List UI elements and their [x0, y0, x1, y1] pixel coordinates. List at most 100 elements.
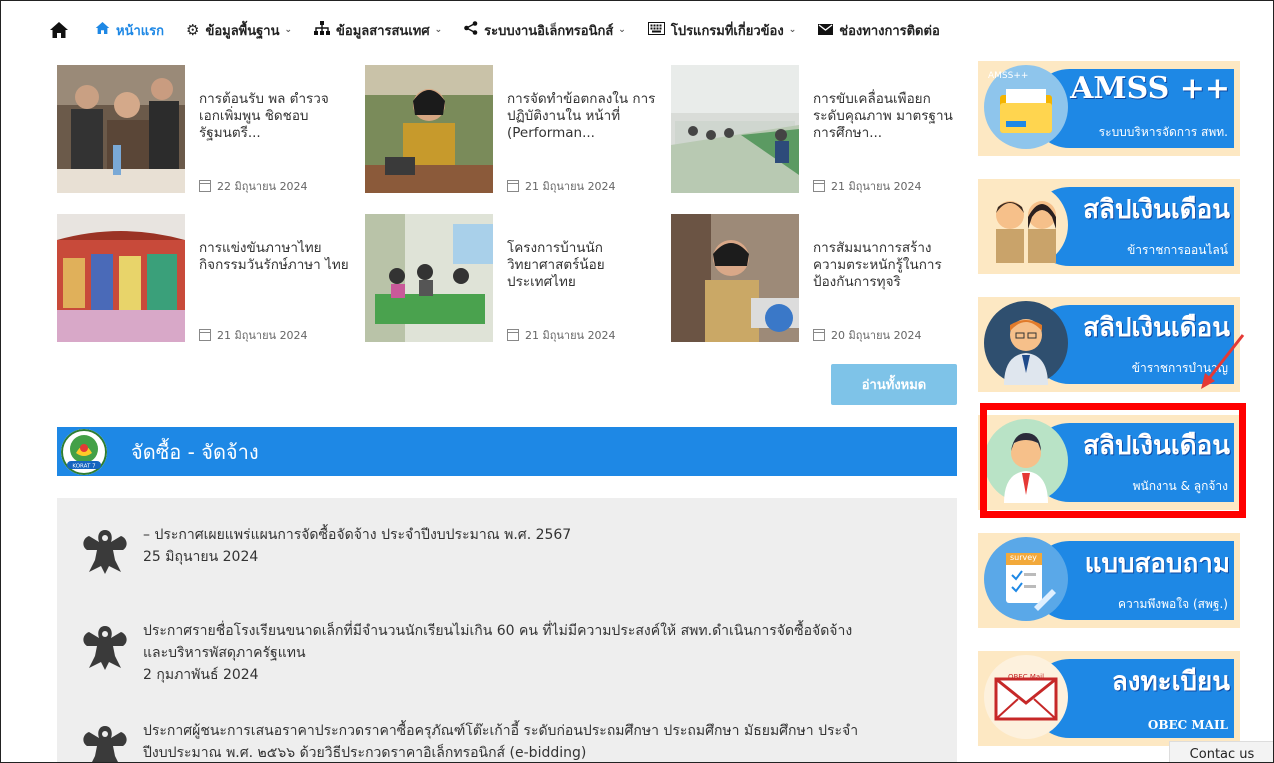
date-text: 21 มิถุนายน 2024: [525, 329, 616, 342]
calendar-icon: [199, 180, 211, 192]
banner-subtitle: ความพึงพอใจ (สพฐ.): [1117, 597, 1228, 611]
news-card[interactable]: การจัดทำข้อตกลงใน การปฏิบัติงานใน หน้าที…: [365, 65, 655, 195]
top-navbar: หน้าแรก ⚙ ข้อมูลพื้นฐาน ⌄ ข้อมูลสารสนเทศ…: [1, 1, 1273, 59]
news-card[interactable]: การแข่งขันภาษาไทย กิจกรรมวันรักษ์ภาษา ไท…: [57, 214, 349, 344]
chevron-down-icon: ⌄: [284, 25, 293, 35]
envelope-icon: [818, 21, 834, 39]
date-text: 20 มิถุนายน 2024: [831, 329, 922, 342]
news-card[interactable]: การสัมมนาการสร้าง ความตระหนักรู้ในการ ป้…: [671, 214, 961, 344]
nav-label: โปรแกรมที่เกี่ยวข้อง: [670, 23, 784, 39]
item-title-cont[interactable]: และบริหารพัสดุภาครัฐแทน: [143, 642, 852, 664]
item-date: 25 มิถุนายน 2024: [143, 549, 259, 565]
news-title[interactable]: การขับเคลื่อนเพือยก ระดับคุณภาพ มาตรฐานก…: [813, 91, 963, 142]
home-icon: [49, 21, 69, 39]
share-icon: [464, 21, 478, 39]
survey-icon: [984, 537, 1068, 621]
news-card[interactable]: การขับเคลื่อนเพือยก ระดับคุณภาพ มาตรฐานก…: [671, 65, 961, 195]
nav-item-e-systems[interactable]: ระบบงานอิเล็กทรอนิกส์ ⌄: [464, 20, 626, 41]
banner-subtitle: ข้าราชการออนไลน์: [1127, 243, 1228, 257]
korat7-logo: KORAT 7: [61, 428, 107, 475]
news-card[interactable]: โครงการบ้านนัก วิทยาศาสตร์น้อย ประเทศไทย…: [365, 214, 655, 344]
page: หน้าแรก ⚙ ข้อมูลพื้นฐาน ⌄ ข้อมูลสารสนเทศ…: [0, 0, 1274, 763]
news-title[interactable]: การแข่งขันภาษาไทย กิจกรรมวันรักษ์ภาษา ไท…: [199, 240, 349, 274]
gear-icon: ⚙: [186, 21, 200, 39]
badge: OBEC Mail: [1008, 673, 1045, 681]
calendar-icon: [507, 329, 519, 341]
highlight-box: [980, 403, 1246, 518]
news-thumbnail[interactable]: [671, 65, 799, 193]
news-thumbnail[interactable]: [671, 214, 799, 342]
banner-title: ลงทะเบียน: [1111, 667, 1230, 697]
badge: AMSS++: [988, 71, 1029, 81]
nav-item-contact[interactable]: ช่องทางการติดต่อ: [818, 20, 940, 41]
chevron-down-icon: ⌄: [788, 25, 797, 35]
red-arrow-icon: [1201, 334, 1245, 389]
garuda-emblem-icon: [77, 524, 133, 578]
chevron-down-icon: ⌄: [434, 25, 443, 35]
news-thumbnail[interactable]: [57, 65, 185, 193]
news-date: 21 มิถุนายน 2024: [507, 326, 616, 344]
news-title[interactable]: โครงการบ้านนัก วิทยาศาสตร์น้อย ประเทศไทย: [507, 240, 657, 291]
item-text[interactable]: ประกาศผู้ชนะการเสนอราคาประกวดราคาซื้อครุ…: [143, 720, 858, 762]
banner-title: แบบสอบถาม: [1084, 549, 1230, 579]
item-title[interactable]: ประกาศผู้ชนะการเสนอราคาประกวดราคาซื้อครุ…: [143, 720, 858, 742]
news-date: 20 มิถุนายน 2024: [813, 326, 922, 344]
section-title: จัดซื้อ - จัดจ้าง: [131, 439, 259, 464]
nav-label: หน้าแรก: [116, 23, 164, 39]
news-title[interactable]: การต้อนรับ พล ตำรวจเอกเพิ่มพูน ชิดชอบ รั…: [199, 91, 349, 142]
item-title[interactable]: – ประกาศเผยแพร่แผนการจัดซื้อจัดจ้าง ประจ…: [143, 524, 571, 546]
mail-icon: [984, 655, 1068, 739]
nav-item-information[interactable]: ข้อมูลสารสนเทศ ⌄: [314, 20, 442, 41]
nav-home-icon-button[interactable]: [49, 21, 69, 39]
news-thumbnail[interactable]: [365, 214, 493, 342]
news-card[interactable]: การต้อนรับ พล ตำรวจเอกเพิ่มพูน ชิดชอบ รั…: [57, 65, 347, 195]
news-date: 21 มิถุนายน 2024: [507, 177, 616, 195]
nav-label: ช่องทางการติดต่อ: [839, 23, 940, 39]
date-text: 22 มิถุนายน 2024: [217, 180, 308, 193]
nav-item-programs[interactable]: โปรแกรมที่เกี่ยวข้อง ⌄: [647, 20, 797, 41]
keyboard-icon: [647, 21, 665, 39]
news-title[interactable]: การจัดทำข้อตกลงใน การปฏิบัติงานใน หน้าที…: [507, 91, 657, 142]
logo-text: KORAT 7: [72, 463, 96, 469]
nav-item-basic-info[interactable]: ⚙ ข้อมูลพื้นฐาน ⌄: [186, 20, 292, 41]
date-text: 21 มิถุนายน 2024: [831, 180, 922, 193]
sitemap-icon: [314, 21, 331, 39]
procurement-header: KORAT 7 จัดซื้อ - จัดจ้าง: [57, 427, 957, 476]
banner-title: AMSS ++: [1070, 71, 1230, 106]
news-date: 22 มิถุนายน 2024: [199, 177, 308, 195]
item-date: 2 กุมภาพันธ์ 2024: [143, 667, 259, 683]
date-text: 21 มิถุนายน 2024: [525, 180, 616, 193]
banner-obec-mail[interactable]: OBEC Mail ลงทะเบียน OBEC MAIL: [978, 651, 1240, 746]
garuda-emblem-icon: [77, 620, 133, 674]
banner-subtitle: OBEC MAIL: [1147, 718, 1228, 732]
calendar-icon: [813, 180, 825, 192]
news-thumbnail[interactable]: [57, 214, 185, 342]
banner-survey[interactable]: survey แบบสอบถาม ความพึงพอใจ (สพฐ.): [978, 533, 1240, 628]
item-text[interactable]: ประกาศรายชื่อโรงเรียนขนาดเล็กที่มีจำนวนน…: [143, 620, 852, 686]
nav-label: ข้อมูลสารสนเทศ: [336, 23, 430, 39]
nav-label: ข้อมูลพื้นฐาน: [205, 23, 280, 39]
badge: survey: [1010, 553, 1037, 562]
item-text[interactable]: – ประกาศเผยแพร่แผนการจัดซื้อจัดจ้าง ประจ…: [143, 524, 571, 568]
calendar-icon: [813, 329, 825, 341]
nav-label: ระบบงานอิเล็กทรอนิกส์: [484, 23, 614, 39]
home-icon: [95, 21, 110, 39]
garuda-emblem-icon: [77, 720, 133, 762]
item-title[interactable]: ประกาศรายชื่อโรงเรียนขนาดเล็กที่มีจำนวนน…: [143, 620, 852, 642]
banner-subtitle: ระบบบริหารจัดการ สพท.: [1098, 125, 1228, 139]
banner-amss[interactable]: AMSS++ AMSS ++ ระบบบริหารจัดการ สพท.: [978, 61, 1240, 156]
banner-title: สลิปเงินเดือน: [1083, 195, 1230, 225]
news-date: 21 มิถุนายน 2024: [199, 326, 308, 344]
retired-officer-icon: [984, 301, 1068, 385]
news-thumbnail[interactable]: [365, 65, 493, 193]
read-all-button[interactable]: อ่านทั้งหมด: [831, 364, 957, 405]
nav-item-home[interactable]: หน้าแรก: [95, 20, 164, 41]
item-title-cont[interactable]: ปีงบประมาณ พ.ศ. ๒๕๖๖ ด้วยวิธีประกวดราคาอ…: [143, 742, 858, 762]
contact-us-button[interactable]: Contac us: [1169, 741, 1273, 762]
calendar-icon: [199, 329, 211, 341]
news-title[interactable]: การสัมมนาการสร้าง ความตระหนักรู้ในการ ป้…: [813, 240, 963, 291]
banner-salary-slip-officer[interactable]: สลิปเงินเดือน ข้าราชการออนไลน์: [978, 179, 1240, 274]
teachers-icon: [984, 183, 1068, 267]
date-text: 21 มิถุนายน 2024: [217, 329, 308, 342]
calendar-icon: [507, 180, 519, 192]
